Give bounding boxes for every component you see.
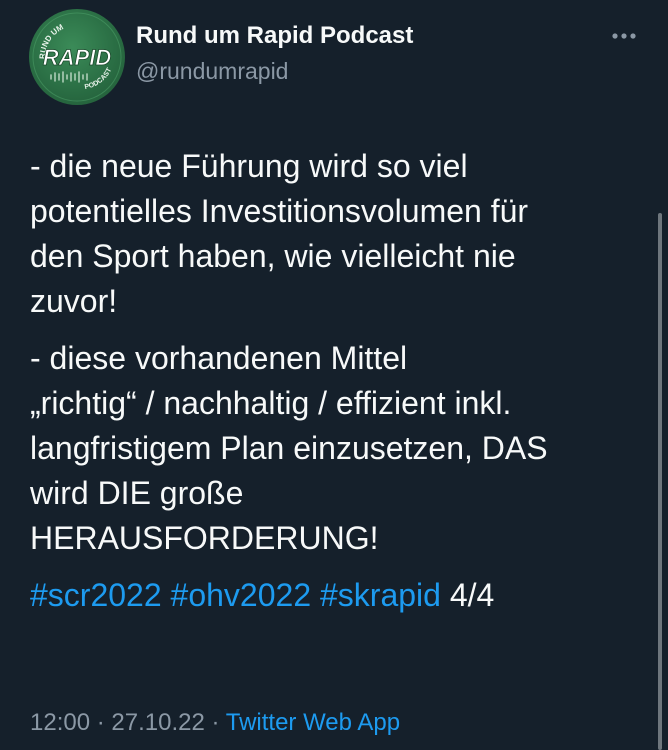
hashtag-link[interactable]: #scr2022	[30, 577, 162, 613]
hashtag-link[interactable]: #ohv2022	[171, 577, 312, 613]
author-name[interactable]: Rund um Rapid Podcast	[136, 22, 413, 50]
avatar-logo-text: RAPID	[43, 45, 112, 70]
hashtag-link[interactable]: #skrapid	[320, 577, 441, 613]
meta-separator: ·	[211, 709, 220, 736]
thread-count: 4/4	[449, 577, 495, 613]
ellipsis-icon	[612, 33, 636, 39]
tweet-text: - die neue Führung wird so viel potentie…	[30, 144, 640, 618]
author-handle[interactable]: @rundumrapid	[136, 58, 288, 85]
meta-separator: ·	[96, 709, 105, 736]
tweet-time[interactable]: 12:00	[30, 709, 90, 736]
tweet-source-link[interactable]: Twitter Web App	[226, 709, 400, 736]
tweet-date[interactable]: 27.10.22	[111, 709, 204, 736]
tweet-paragraph-1: - die neue Führung wird so viel potentie…	[30, 148, 529, 319]
more-options-button[interactable]	[608, 22, 640, 46]
scrollbar[interactable]	[658, 213, 662, 750]
avatar[interactable]: RUND UM RAPID PODCAST	[29, 9, 125, 105]
tweet-paragraph-2: - diese vorhandenen Mittel „richtig“ / n…	[30, 340, 548, 556]
tweet: RUND UM RAPID PODCAST Rund um Rapid Podc…	[0, 0, 668, 750]
hashtag-line: #scr2022 #ohv2022 #skrapid 4/4	[30, 573, 640, 618]
rapid-logo-icon: RUND UM RAPID PODCAST	[32, 12, 122, 102]
tweet-meta: 12:00 · 27.10.22 · Twitter Web App	[30, 709, 400, 737]
